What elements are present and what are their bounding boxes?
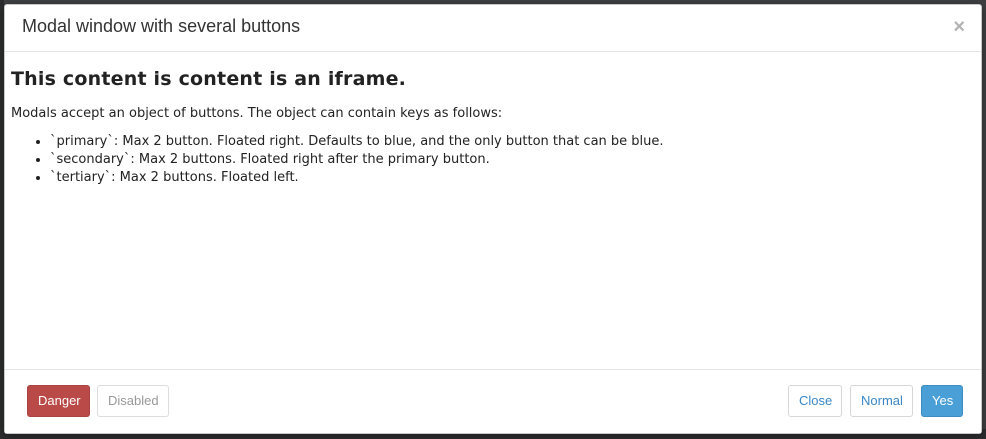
- normal-button[interactable]: Normal: [850, 385, 913, 417]
- list-item-secondary: `secondary`: Max 2 buttons. Floated righ…: [50, 151, 975, 169]
- modal-title: Modal window with several buttons: [22, 16, 301, 36]
- button-keys-list: `primary`: Max 2 button. Floated right. …: [11, 133, 975, 187]
- danger-button[interactable]: Danger: [27, 385, 90, 417]
- modal-footer: Danger Disabled Close Normal Yes: [5, 369, 981, 433]
- close-button[interactable]: Close: [788, 385, 842, 417]
- modal-body-iframe: This content is content is an iframe. Mo…: [5, 52, 981, 372]
- intro-text: Modals accept an object of buttons. The …: [11, 106, 503, 121]
- yes-button[interactable]: Yes: [921, 385, 963, 417]
- iframe-heading: This content is content is an iframe.: [11, 68, 407, 90]
- modal-header: Modal window with several buttons ×: [5, 5, 981, 52]
- disabled-button: Disabled: [97, 385, 169, 417]
- close-icon[interactable]: ×: [953, 17, 965, 37]
- list-item-tertiary: `tertiary`: Max 2 buttons. Floated left.: [50, 169, 975, 187]
- modal-dialog: Modal window with several buttons × This…: [4, 4, 982, 434]
- list-item-primary: `primary`: Max 2 button. Floated right. …: [50, 133, 975, 151]
